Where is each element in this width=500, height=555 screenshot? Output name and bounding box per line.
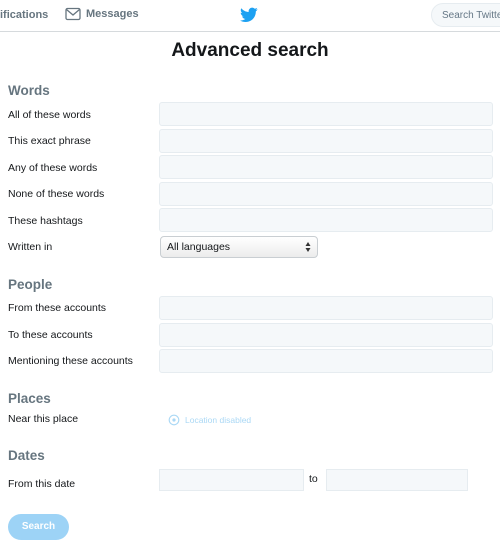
from-date-label: From this date — [8, 478, 76, 490]
location-toggle[interactable]: Location disabled — [168, 414, 251, 426]
location-pin-icon — [168, 414, 180, 426]
to-accounts-field[interactable] — [159, 323, 493, 347]
nav-notifications[interactable]: ifications — [0, 9, 48, 21]
page-title: Advanced search — [171, 40, 329, 61]
envelope-icon — [65, 7, 81, 21]
nav-messages-label: Messages — [86, 8, 139, 20]
mentioning-accounts-field[interactable] — [159, 349, 493, 373]
section-heading-people: People — [8, 277, 53, 292]
any-words-field[interactable] — [159, 155, 493, 179]
hashtags-field[interactable] — [159, 208, 493, 232]
language-select[interactable]: All languages — [160, 236, 318, 258]
top-navigation-bar: ifications Messages Search Twitter — [0, 0, 500, 32]
section-heading-places: Places — [8, 391, 51, 406]
exact-phrase-field[interactable] — [159, 129, 493, 153]
location-status: Location disabled — [185, 415, 252, 425]
search-button[interactable]: Search — [8, 514, 69, 540]
none-words-label: None of these words — [8, 188, 105, 200]
section-heading-dates: Dates — [8, 448, 45, 463]
all-words-label: All of these words — [8, 109, 91, 121]
from-accounts-label: From these accounts — [8, 302, 107, 314]
twitter-bird-icon[interactable] — [240, 7, 258, 23]
search-input[interactable]: Search Twitter — [431, 3, 500, 27]
to-accounts-label: To these accounts — [8, 329, 93, 341]
any-words-label: Any of these words — [8, 162, 98, 174]
exact-phrase-label: This exact phrase — [8, 135, 91, 147]
all-words-field[interactable] — [159, 102, 493, 126]
section-heading-words: Words — [8, 83, 50, 98]
to-date-label: to — [309, 473, 318, 485]
none-words-field[interactable] — [159, 182, 493, 206]
language-select-value: All languages — [167, 241, 231, 253]
to-date-field[interactable] — [326, 469, 468, 491]
from-accounts-field[interactable] — [159, 296, 493, 320]
from-date-field[interactable] — [159, 469, 304, 491]
nav-messages[interactable]: Messages — [65, 7, 139, 21]
near-place-label: Near this place — [8, 413, 79, 425]
hashtags-label: These hashtags — [8, 215, 83, 227]
language-label: Written in — [8, 241, 53, 253]
up-down-arrows-icon — [305, 242, 311, 252]
mentioning-accounts-label: Mentioning these accounts — [8, 355, 133, 367]
